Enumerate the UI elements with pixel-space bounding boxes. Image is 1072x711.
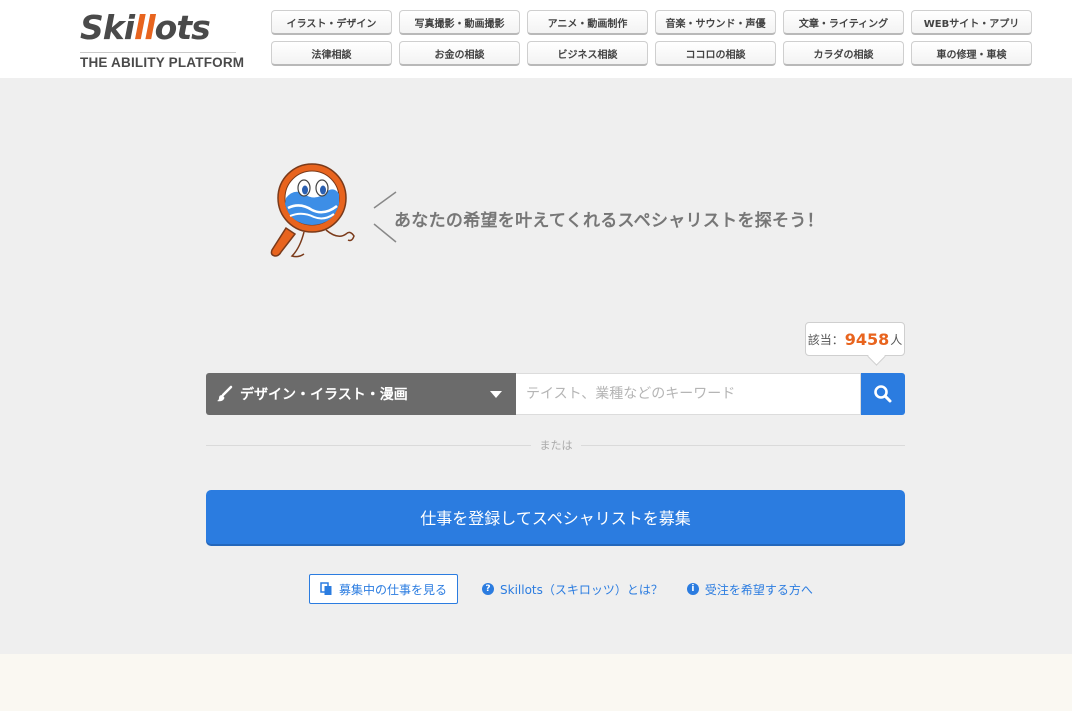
category-illust-design[interactable]: イラスト・デザイン [271, 10, 392, 35]
search-icon [874, 385, 892, 403]
category-web-app[interactable]: WEBサイト・アプリ [911, 10, 1032, 35]
footer-links: 募集中の仕事を見る ? Skillots（スキロッツ）とは？ i 受注を希望する… [309, 574, 813, 604]
logo-wordmark: Skillots [80, 8, 211, 47]
logo-tagline: THE ABILITY PLATFORM [80, 52, 244, 70]
category-legal[interactable]: 法律相談 [271, 41, 392, 66]
logo[interactable]: Skillots THE ABILITY PLATFORM [80, 8, 244, 70]
about-link[interactable]: ? Skillots（スキロッツ）とは？ [482, 581, 663, 598]
site-header: Skillots THE ABILITY PLATFORM イラスト・デザイン … [0, 0, 1072, 78]
category-writing[interactable]: 文章・ライティング [783, 10, 904, 35]
result-count-suffix: 人 [890, 332, 903, 347]
result-count-value: 9458 [844, 329, 890, 349]
category-select[interactable]: デザイン・イラスト・漫画 [206, 373, 516, 415]
documents-icon [320, 582, 332, 595]
view-jobs-label: 募集中の仕事を見る [339, 582, 448, 597]
category-car[interactable]: 車の修理・車検 [911, 41, 1032, 66]
search-hero: あなたの希望を叶えてくれるスペシャリストを探そう！ 該当： 9458 人 デザイ… [0, 78, 1072, 654]
keyword-search-input[interactable] [516, 373, 861, 415]
for-workers-link-label: 受注を希望する方へ [704, 582, 813, 597]
category-anime-video[interactable]: アニメ・動画制作 [527, 10, 648, 35]
info-circle-icon: i [686, 583, 699, 595]
brush-icon [217, 385, 233, 402]
result-count-badge: 該当： 9458 人 [805, 322, 905, 356]
category-photo-video[interactable]: 写真撮影・動画撮影 [399, 10, 520, 35]
about-link-label: Skillots（スキロッツ）とは？ [500, 582, 663, 597]
post-job-button[interactable]: 仕事を登録してスペシャリストを募集 [206, 490, 905, 544]
magnifier-mascot-icon [270, 163, 355, 258]
result-count-prefix: 該当： [807, 332, 844, 347]
view-jobs-button[interactable]: 募集中の仕事を見る [309, 574, 459, 604]
chevron-down-icon [490, 391, 502, 398]
category-business[interactable]: ビジネス相談 [527, 41, 648, 66]
for-workers-link[interactable]: i 受注を希望する方へ [686, 581, 813, 598]
category-nav: イラスト・デザイン 写真撮影・動画撮影 アニメ・動画制作 音楽・サウンド・声優 … [271, 10, 1032, 66]
or-separator-text: または [531, 437, 581, 453]
category-money[interactable]: お金の相談 [399, 41, 520, 66]
question-circle-icon: ? [482, 583, 495, 595]
search-bar: デザイン・イラスト・漫画 [206, 373, 905, 415]
category-select-value: デザイン・イラスト・漫画 [240, 387, 408, 403]
category-mind[interactable]: ココロの相談 [655, 41, 776, 66]
search-button[interactable] [861, 373, 905, 415]
category-music-voice[interactable]: 音楽・サウンド・声優 [655, 10, 776, 35]
hero-heading: あなたの希望を叶えてくれるスペシャリストを探そう！ [394, 211, 824, 231]
category-body[interactable]: カラダの相談 [783, 41, 904, 66]
